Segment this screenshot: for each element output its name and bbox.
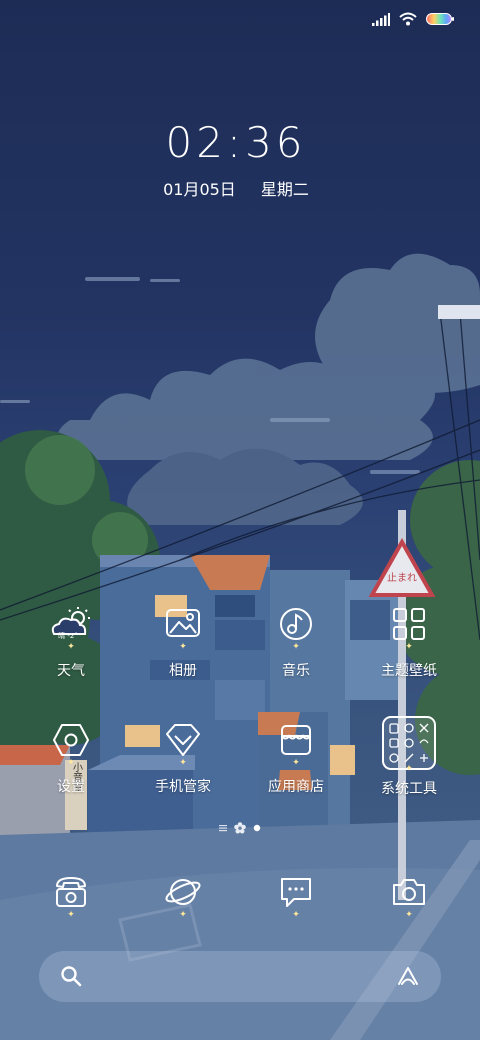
app-music[interactable]: ✦ 音乐 <box>241 600 351 680</box>
stop-sign-text: 止まれ <box>387 572 417 584</box>
sparkle-icon: ✦ <box>179 758 187 768</box>
page-indicator-active-dot <box>253 824 261 832</box>
weekday-text: 星期二 <box>260 180 309 199</box>
system-tools-folder-icon <box>382 716 436 770</box>
app-security[interactable]: ✦ 手机管家 <box>128 716 238 796</box>
signal-icon <box>372 12 390 26</box>
app-store[interactable]: ✦ 应用商店 <box>241 716 351 796</box>
app-label: 手机管家 <box>155 779 211 795</box>
app-label: 应用商店 <box>268 779 324 795</box>
page-indicator-flower-icon <box>234 822 246 834</box>
settings-icon <box>53 724 89 756</box>
app-store-icon <box>281 725 311 755</box>
app-settings[interactable]: ✦ 设置 <box>16 716 126 796</box>
weather-temp-text: 晴 -2° <box>58 631 78 640</box>
app-label: 主题壁纸 <box>381 663 437 679</box>
dock-browser[interactable]: ✦ <box>128 868 238 920</box>
sparkle-icon: ✦ <box>405 642 413 652</box>
home-screen: 止まれ 小音屋 02:36 01月05日 星期二 晴 -2° ✦ 天气 ✦ 相册… <box>0 0 480 1040</box>
sparkle-icon: ✦ <box>292 642 300 652</box>
sparkle-icon: ✦ <box>292 910 300 920</box>
date-text: 01月05日 <box>163 180 236 199</box>
battery-icon <box>426 13 454 25</box>
dock-messages[interactable]: ✦ <box>241 868 351 920</box>
sparkle-icon: ✦ <box>179 642 187 652</box>
search-icon[interactable] <box>60 965 82 987</box>
app-themes[interactable]: ✦ 主题壁纸 <box>354 600 464 680</box>
sparkle-icon: ✦ <box>292 758 300 768</box>
camera-icon <box>393 879 425 905</box>
app-label: 音乐 <box>282 663 310 679</box>
app-gallery[interactable]: ✦ 相册 <box>128 600 238 680</box>
messages-icon <box>281 878 311 907</box>
dock-phone[interactable]: ✦ <box>16 868 126 920</box>
gallery-icon <box>166 609 200 637</box>
themes-icon <box>393 608 425 640</box>
browser-icon <box>165 879 201 905</box>
date-row[interactable]: 01月05日 星期二 <box>0 176 472 200</box>
search-bar[interactable] <box>39 951 441 1002</box>
sparkle-icon: ✦ <box>405 910 413 920</box>
assistant-icon[interactable] <box>395 965 421 987</box>
app-weather[interactable]: 晴 -2° ✦ 天气 <box>16 600 126 680</box>
page-indicator-menu-icon <box>219 825 227 832</box>
app-label: 系统工具 <box>381 781 437 797</box>
app-label: 天气 <box>57 663 85 679</box>
sparkle-icon: ✦ <box>67 910 75 920</box>
sparkle-icon: ✦ <box>179 910 187 920</box>
app-label: 相册 <box>169 663 197 679</box>
app-folder-system-tools[interactable]: ✦ 系统工具 <box>354 716 464 798</box>
dock-camera[interactable]: ✦ <box>354 868 464 920</box>
music-icon <box>280 608 312 640</box>
clock-time[interactable]: 02:36 <box>0 118 472 167</box>
sparkle-icon: ✦ <box>67 758 75 768</box>
page-indicator[interactable] <box>0 822 480 834</box>
sparkle-icon: ✦ <box>67 642 75 652</box>
status-bar <box>372 12 454 26</box>
weather-icon: 晴 -2° <box>51 607 90 640</box>
app-label: 设置 <box>57 779 85 795</box>
phone-icon <box>56 877 86 907</box>
wifi-icon <box>399 12 417 26</box>
security-icon <box>166 724 200 756</box>
sparkle-icon: ✦ <box>405 764 413 774</box>
